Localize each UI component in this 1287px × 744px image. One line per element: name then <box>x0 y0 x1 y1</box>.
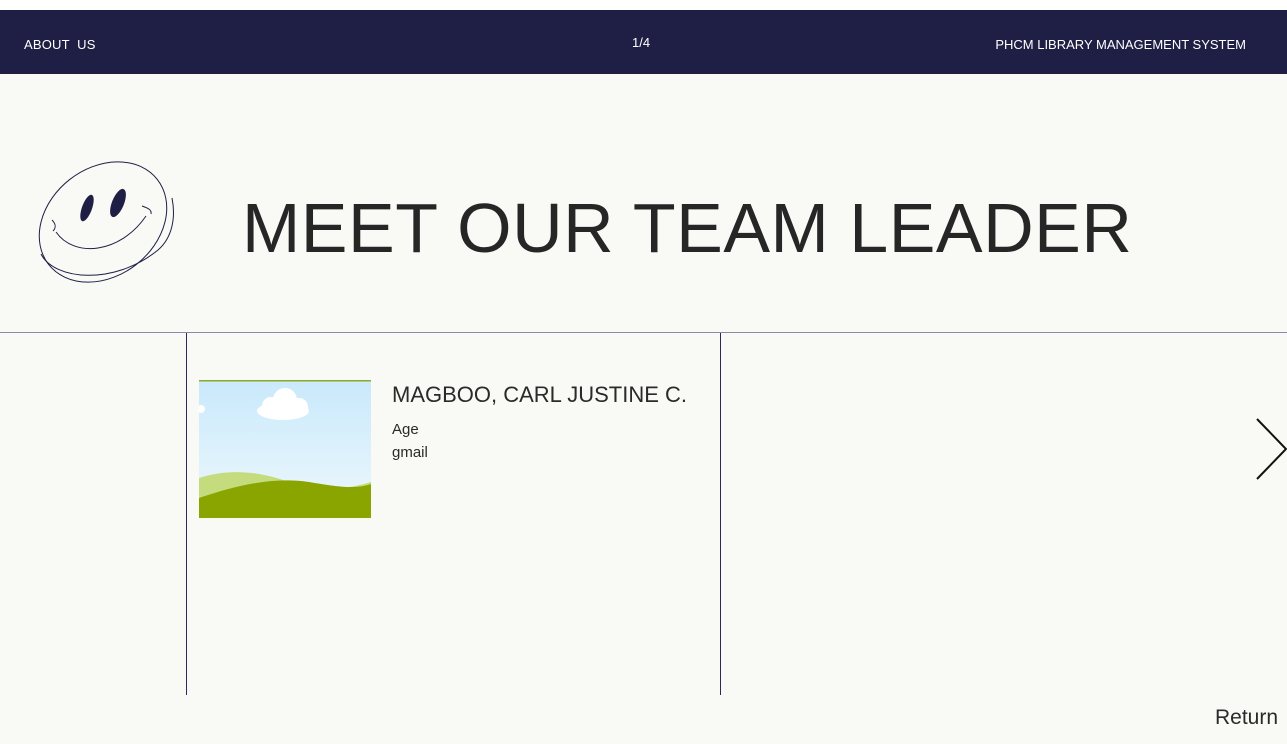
page-title: MEET OUR TEAM LEADER <box>242 189 1133 267</box>
member-email: gmail <box>392 444 428 461</box>
section-divider <box>0 332 1287 333</box>
return-button[interactable]: Return <box>1215 706 1278 730</box>
page-background <box>0 10 1287 744</box>
member-photo-placeholder <box>199 380 371 518</box>
card-right-border <box>720 333 721 695</box>
member-name: MAGBOO, CARL JUSTINE C. <box>392 382 688 407</box>
member-age: Age <box>392 421 419 438</box>
landscape-placeholder-icon <box>199 380 371 518</box>
about-us-link[interactable]: ABOUT US <box>24 37 96 52</box>
chevron-right-icon <box>1256 418 1287 480</box>
system-title: PHCM LIBRARY MANAGEMENT SYSTEM <box>995 37 1246 52</box>
card-left-border <box>186 333 187 695</box>
smiley-face-icon <box>38 161 174 283</box>
page-indicator: 1/4 <box>632 35 651 50</box>
top-navigation-bar: ABOUT US 1/4 PHCM LIBRARY MANAGEMENT SYS… <box>0 10 1287 74</box>
next-button[interactable] <box>1252 416 1287 482</box>
